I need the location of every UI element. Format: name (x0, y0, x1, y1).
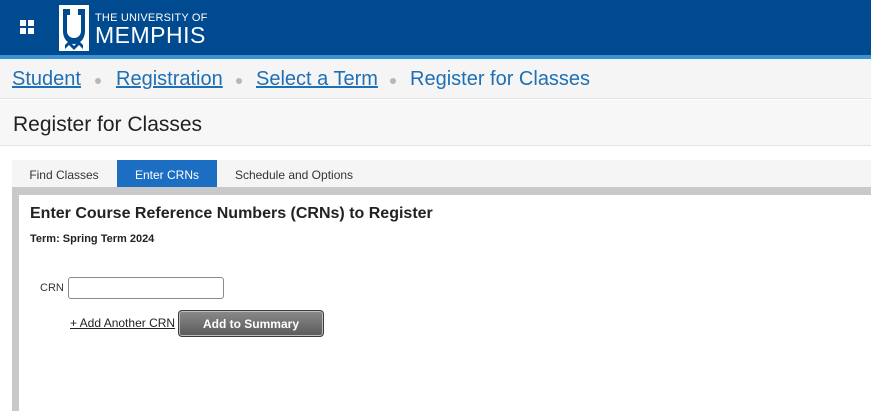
breadcrumb-separator (95, 78, 101, 84)
university-logo[interactable]: THE UNIVERSITY OF MEMPHIS (59, 5, 209, 51)
add-to-summary-button[interactable]: Add to Summary (178, 310, 324, 337)
term-label: Term: Spring Term 2024 (30, 233, 155, 245)
breadcrumb-separator (390, 78, 396, 84)
tab-enter-crns[interactable]: Enter CRNs (117, 160, 217, 187)
tab-schedule-and-options[interactable]: Schedule and Options (223, 160, 365, 187)
add-another-crn-link[interactable]: + Add Another CRN (70, 316, 175, 330)
breadcrumb-separator (236, 78, 242, 84)
breadcrumb-registration[interactable]: Registration (116, 68, 223, 91)
breadcrumb-select-a-term[interactable]: Select a Term (256, 68, 378, 91)
breadcrumb: Student Registration Select a Term Regis… (0, 59, 871, 99)
tab-find-classes[interactable]: Find Classes (18, 160, 110, 187)
app-menu-grid-icon[interactable] (20, 20, 34, 34)
university-logo-icon (59, 5, 89, 51)
crn-section-title: Enter Course Reference Numbers (CRNs) to… (30, 205, 433, 222)
crn-label: CRN (40, 282, 64, 294)
page-title: Register for Classes (13, 113, 203, 136)
crn-panel (19, 195, 871, 411)
crn-input[interactable] (68, 277, 224, 299)
breadcrumb-current: Register for Classes (410, 68, 591, 90)
breadcrumb-student[interactable]: Student (12, 68, 81, 91)
logo-title: MEMPHIS (95, 22, 206, 48)
